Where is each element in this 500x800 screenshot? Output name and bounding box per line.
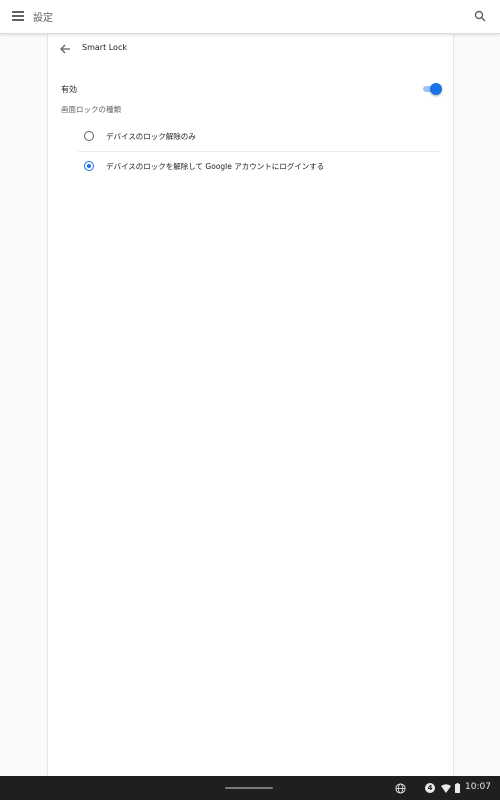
notification-count-badge[interactable]: 4 — [425, 783, 435, 793]
search-icon[interactable] — [474, 10, 486, 22]
radio-unlock-and-signin[interactable] — [84, 161, 94, 171]
globe-icon[interactable] — [395, 783, 406, 794]
wifi-icon[interactable] — [441, 784, 451, 793]
option-unlock-and-signin-label: デバイスのロックを解除して Google アカウントにログインする — [106, 162, 325, 171]
battery-icon[interactable] — [455, 783, 460, 793]
back-arrow-icon[interactable] — [59, 43, 71, 55]
settings-card: Smart Lock 有効 画面ロックの種類 デバイスのロック解除のみ デバイス… — [47, 34, 454, 776]
toggle-knob — [430, 83, 442, 95]
enabled-toggle[interactable] — [423, 83, 442, 95]
menu-icon[interactable] — [12, 11, 24, 21]
option-unlock-only-label: デバイスのロック解除のみ — [106, 132, 196, 141]
system-shelf: 4 10:07 — [0, 776, 500, 800]
app-title: 設定 — [33, 13, 53, 24]
option-unlock-and-signin[interactable]: デバイスのロックを解除して Google アカウントにログインする — [78, 152, 440, 181]
page-title: Smart Lock — [82, 43, 127, 52]
option-unlock-only[interactable]: デバイスのロック解除のみ — [78, 122, 440, 152]
clock[interactable]: 10:07 — [465, 782, 491, 792]
enabled-label: 有効 — [61, 85, 77, 94]
top-app-bar: 設定 — [0, 0, 500, 34]
screen-lock-type-label: 画面ロックの種類 — [61, 105, 121, 114]
home-handle[interactable] — [225, 787, 273, 789]
radio-unlock-only[interactable] — [84, 131, 94, 141]
